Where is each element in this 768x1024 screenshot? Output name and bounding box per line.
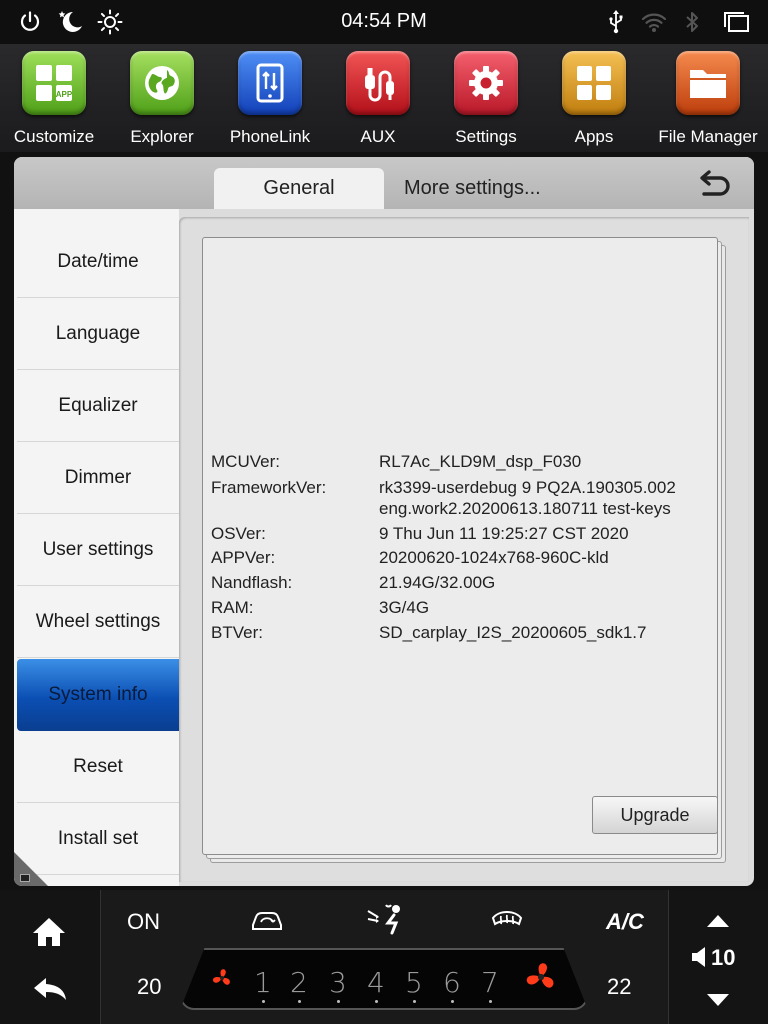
info-key: BTVer: xyxy=(211,623,263,642)
phonelink-icon xyxy=(238,51,302,115)
fan-high-icon[interactable] xyxy=(522,958,560,1001)
sidebar-item-date-time[interactable]: Date/time xyxy=(17,226,179,298)
system-info-card: MCUVer: RL7Ac_KLD9M_dsp_F030 FrameworkVe… xyxy=(202,237,718,855)
app-label: PhoneLink xyxy=(229,127,311,146)
globe-icon xyxy=(130,51,194,115)
fan-level-4[interactable]: 4 xyxy=(367,966,385,999)
bluetooth-icon xyxy=(678,8,706,36)
info-value: SD_carplay_I2S_20200605_sdk1.7 xyxy=(379,623,647,642)
fan-dot xyxy=(298,1000,301,1003)
fan-level-3[interactable]: 3 xyxy=(329,966,347,999)
speaker-icon xyxy=(691,946,707,973)
right-temp[interactable]: 22 xyxy=(607,974,631,1000)
back-arrow-icon[interactable] xyxy=(32,976,68,1007)
sidebar-item-system-info[interactable]: System info xyxy=(17,659,179,731)
usb-icon xyxy=(602,8,630,36)
wifi-icon xyxy=(640,8,668,36)
info-value: eng.work2.20200613.180711 test-keys xyxy=(379,499,671,518)
app-apps[interactable]: Apps xyxy=(540,51,648,149)
ac-button[interactable]: A/C xyxy=(606,909,644,935)
sidebar-item-wheel-settings[interactable]: Wheel settings xyxy=(17,586,179,658)
app-label: File Manager xyxy=(658,127,758,146)
info-key: APPVer: xyxy=(211,548,276,567)
folder-icon xyxy=(676,51,740,115)
fan-dot xyxy=(262,1000,265,1003)
fan-dot xyxy=(489,1000,492,1003)
recent-apps-icon[interactable] xyxy=(722,8,750,36)
sidebar-item-dimmer[interactable]: Dimmer xyxy=(17,442,179,514)
system-info-pane: MCUVer: RL7Ac_KLD9M_dsp_F030 FrameworkVe… xyxy=(179,217,749,882)
app-label: Customize xyxy=(13,127,95,146)
app-label: Settings xyxy=(455,127,517,146)
fan-dot xyxy=(413,1000,416,1003)
left-temp[interactable]: 20 xyxy=(137,974,161,1000)
aux-cable-icon xyxy=(346,51,410,115)
app-label: Apps xyxy=(574,127,614,146)
sidebar-item-equalizer[interactable]: Equalizer xyxy=(17,370,179,442)
info-key: OSVer: xyxy=(211,524,266,543)
gear-icon xyxy=(454,51,518,115)
sidebar-item-language[interactable]: Language xyxy=(17,298,179,370)
back-icon[interactable] xyxy=(696,169,732,199)
settings-sidebar: Date/time Language Equalizer Dimmer User… xyxy=(14,209,179,886)
tab-bar: General More settings... xyxy=(14,157,754,209)
info-value: 20200620-1024x768-960C-kld xyxy=(379,548,609,567)
screen-icon xyxy=(20,874,30,882)
airflow-mode-icon[interactable] xyxy=(364,903,410,940)
nav-column xyxy=(0,890,101,1024)
sidebar-item-reset[interactable]: Reset xyxy=(17,731,179,803)
info-key: RAM: xyxy=(211,598,254,617)
climate-power[interactable]: ON xyxy=(127,909,160,935)
info-value: 21.94G/32.00G xyxy=(379,573,496,592)
fan-level-1[interactable]: 1 xyxy=(254,966,272,999)
fan-dot xyxy=(337,1000,340,1003)
sidebar-item-user-settings[interactable]: User settings xyxy=(17,514,179,586)
home-icon[interactable] xyxy=(32,916,66,953)
settings-panel: General More settings... Date/time Langu… xyxy=(14,157,754,886)
upgrade-button[interactable]: Upgrade xyxy=(592,796,718,834)
info-key: FrameworkVer: xyxy=(211,478,327,497)
fan-level-5[interactable]: 5 xyxy=(405,966,423,999)
volume-column: 10 xyxy=(668,890,768,1024)
volume-up-icon[interactable] xyxy=(706,914,730,933)
info-value: RL7Ac_KLD9M_dsp_F030 xyxy=(379,452,582,471)
info-value: rk3399-userdebug 9 PQ2A.190305.002 xyxy=(379,478,676,497)
volume-down-icon[interactable] xyxy=(706,993,730,1012)
recirculation-icon[interactable] xyxy=(249,907,285,938)
fan-level-7[interactable]: 7 xyxy=(481,966,499,999)
app-file-manager[interactable]: File Manager xyxy=(654,51,762,149)
info-key: Nandflash: xyxy=(211,573,293,592)
app-badge: APP xyxy=(56,90,73,99)
fan-level-2[interactable]: 2 xyxy=(290,966,308,999)
tab-more-settings[interactable]: More settings... xyxy=(394,168,584,209)
apps-grid-icon xyxy=(562,51,626,115)
fan-level-6[interactable]: 6 xyxy=(443,966,461,999)
info-value: 9 Thu Jun 11 19:25:27 CST 2020 xyxy=(379,524,629,543)
defrost-icon[interactable] xyxy=(490,906,524,939)
climate-bar: ON A/C 20 22 1 2 3 4 5 6 7 10 xyxy=(0,890,768,1024)
info-value: 3G/4G xyxy=(379,598,430,617)
fan-dot xyxy=(375,1000,378,1003)
app-label: AUX xyxy=(360,127,396,146)
fan-low-icon[interactable] xyxy=(210,966,234,995)
app-settings[interactable]: Settings xyxy=(432,51,540,149)
app-explorer[interactable]: Explorer xyxy=(108,51,216,149)
customize-icon: APP xyxy=(22,51,86,115)
app-dock: APP Customize Explorer PhoneLink AUX Set… xyxy=(0,44,768,152)
app-phonelink[interactable]: PhoneLink xyxy=(216,51,324,149)
volume-level: 10 xyxy=(711,945,736,970)
tab-general[interactable]: General xyxy=(214,168,384,209)
fan-dot xyxy=(451,1000,454,1003)
app-aux[interactable]: AUX xyxy=(324,51,432,149)
status-bar: 04:54 PM xyxy=(0,0,768,44)
app-customize[interactable]: APP Customize xyxy=(0,51,108,149)
app-label: Explorer xyxy=(130,127,194,146)
info-key: MCUVer: xyxy=(211,452,280,471)
